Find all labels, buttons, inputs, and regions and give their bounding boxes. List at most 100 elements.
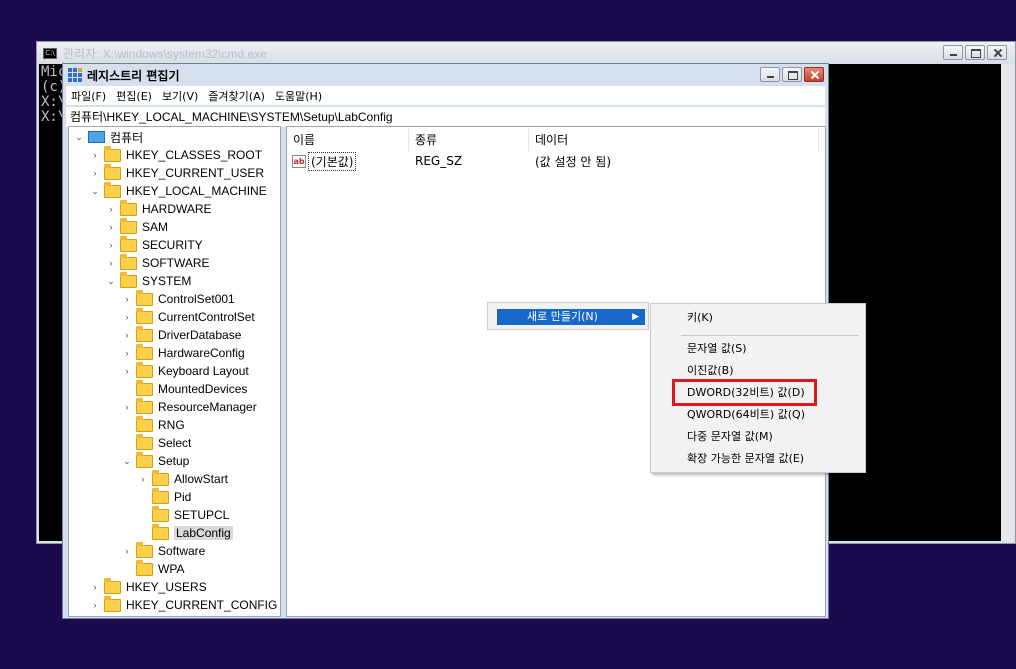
- cmd-titlebar[interactable]: C:\ 관리자: X:\windows\system32\cmd.exe: [37, 42, 1015, 64]
- regedit-minimize-button[interactable]: [760, 67, 780, 82]
- regedit-close-button[interactable]: [804, 67, 824, 82]
- computer-icon: [88, 131, 105, 143]
- tree-item[interactable]: › HKEY_CURRENT_USER: [89, 163, 264, 182]
- chevron-right-icon[interactable]: ›: [105, 239, 117, 251]
- tree-item[interactable]: › CurrentControlSet: [121, 307, 255, 326]
- address-bar[interactable]: 컴퓨터\HKEY_LOCAL_MACHINE\SYSTEM\Setup\LabC…: [66, 107, 825, 127]
- tree-item-label: SETUPCL: [174, 508, 230, 522]
- chevron-right-icon[interactable]: ›: [89, 167, 101, 179]
- menu-file[interactable]: 파일(F): [66, 88, 111, 104]
- tree-item[interactable]: ⌄ SYSTEM: [105, 271, 191, 290]
- folder-icon: [136, 307, 153, 324]
- tree-item[interactable]: › HARDWARE: [105, 199, 212, 218]
- chevron-right-icon[interactable]: ›: [137, 473, 149, 485]
- tree-item-label: 컴퓨터: [110, 130, 144, 145]
- key-tree[interactable]: ⌄ 컴퓨터 › HKEY_CLASSES_ROOT › HKEY_CURRENT_USER…: [68, 126, 281, 617]
- regedit-titlebar[interactable]: 레지스트리 편집기: [63, 64, 828, 86]
- tree-item[interactable]: › SAM: [105, 217, 169, 236]
- menu-view[interactable]: 보기(V): [157, 88, 203, 104]
- tree-item-label: MountedDevices: [158, 382, 248, 396]
- folder-icon: [136, 325, 153, 342]
- tree-item[interactable]: LabConfig: [137, 523, 233, 542]
- tree-item[interactable]: › HardwareConfig: [121, 343, 245, 362]
- column-data[interactable]: 데이터: [529, 129, 819, 151]
- cmd-minimize-button[interactable]: [943, 45, 963, 60]
- tree-item[interactable]: ⌄ Setup: [121, 451, 189, 470]
- tree-item-label: Keyboard Layout: [158, 364, 249, 378]
- tree-item[interactable]: › HKEY_CLASSES_ROOT: [89, 145, 262, 164]
- cmd-maximize-button[interactable]: [965, 45, 985, 60]
- tree-item[interactable]: › SOFTWARE: [105, 253, 210, 272]
- menu-help[interactable]: 도움말(H): [270, 88, 327, 104]
- tree-item[interactable]: Select: [121, 433, 192, 452]
- tree-item[interactable]: › AllowStart: [137, 469, 229, 488]
- column-type[interactable]: 종류: [409, 129, 529, 151]
- tree-item[interactable]: SETUPCL: [137, 505, 230, 524]
- folder-icon: [104, 181, 121, 198]
- tree-item[interactable]: ⌄ 컴퓨터: [73, 128, 143, 146]
- chevron-right-icon[interactable]: ›: [121, 545, 133, 557]
- tree-item[interactable]: › Keyboard Layout: [121, 361, 249, 380]
- cmd-scrollbar[interactable]: [1001, 64, 1013, 541]
- tree-item[interactable]: ⌄ HKEY_LOCAL_MACHINE: [89, 181, 267, 200]
- value-data: (값 설정 안 됨): [535, 151, 611, 171]
- chevron-right-icon[interactable]: ›: [121, 365, 133, 377]
- folder-icon: [120, 253, 137, 270]
- chevron-right-icon[interactable]: ›: [89, 149, 101, 161]
- menu-edit[interactable]: 편집(E): [111, 88, 157, 104]
- tree-item[interactable]: › HKEY_CURRENT_CONFIG: [89, 595, 277, 614]
- chevron-down-icon[interactable]: ⌄: [89, 185, 101, 197]
- tree-item[interactable]: › HKEY_USERS: [89, 577, 207, 596]
- chevron-right-icon[interactable]: ›: [121, 329, 133, 341]
- tree-item-label: AllowStart: [174, 472, 229, 486]
- folder-icon: [152, 487, 169, 504]
- chevron-right-icon[interactable]: ›: [121, 401, 133, 413]
- chevron-right-icon[interactable]: ›: [121, 347, 133, 359]
- tree-item[interactable]: › SECURITY: [105, 235, 203, 254]
- tree-item-label: SAM: [142, 220, 169, 234]
- chevron-right-icon[interactable]: ›: [121, 311, 133, 323]
- value-name: (기본값): [308, 151, 357, 171]
- chevron-right-icon[interactable]: ›: [89, 581, 101, 593]
- value-data-text: (값 설정 안 됨): [535, 154, 612, 169]
- chevron-right-icon: ▶: [632, 312, 639, 322]
- chevron-right-icon[interactable]: ›: [105, 257, 117, 269]
- value-type: REG_SZ: [415, 151, 462, 171]
- tree-item[interactable]: › ControlSet001: [121, 289, 235, 308]
- menu-favorites[interactable]: 즐겨찾기(A): [203, 88, 270, 104]
- chevron-right-icon[interactable]: ›: [105, 203, 117, 215]
- chevron-down-icon[interactable]: ⌄: [73, 131, 85, 143]
- tree-item[interactable]: Pid: [137, 487, 191, 506]
- folder-icon: [136, 451, 153, 468]
- menu-item-multi-string-value[interactable]: 다중 문자열 값(M): [687, 428, 773, 446]
- menu-item-new[interactable]: 새로 만들기(N) ▶: [497, 309, 645, 325]
- tree-item[interactable]: RNG: [121, 415, 185, 434]
- tree-item-label: WPA: [158, 562, 185, 576]
- folder-icon: [136, 433, 153, 450]
- tree-item[interactable]: MountedDevices: [121, 379, 248, 398]
- regedit-icon: [68, 68, 82, 82]
- chevron-down-icon[interactable]: ⌄: [121, 455, 133, 467]
- menu-item-key[interactable]: 키(K): [687, 309, 713, 327]
- tree-item[interactable]: › DriverDatabase: [121, 325, 242, 344]
- chevron-down-icon[interactable]: ⌄: [105, 275, 117, 287]
- cmd-title: 관리자: X:\windows\system32\cmd.exe: [63, 46, 267, 61]
- menu-item-expandable-string-value[interactable]: 확장 가능한 문자열 값(E): [687, 450, 804, 468]
- tree-item[interactable]: › ResourceManager: [121, 397, 257, 416]
- chevron-right-icon[interactable]: ›: [89, 599, 101, 611]
- cmd-close-button[interactable]: [987, 45, 1007, 60]
- chevron-right-icon[interactable]: ›: [121, 293, 133, 305]
- menu-item-binary-value[interactable]: 이진값(B): [687, 362, 734, 380]
- tree-item-label: LabConfig: [174, 526, 233, 540]
- regedit-maximize-button[interactable]: [782, 67, 802, 82]
- tree-item-label: DriverDatabase: [158, 328, 242, 342]
- chevron-right-icon[interactable]: ›: [105, 221, 117, 233]
- value-row[interactable]: ab (기본값): [292, 151, 357, 171]
- tree-item[interactable]: WPA: [121, 559, 185, 578]
- menu-item-string-value[interactable]: 문자열 값(S): [687, 340, 747, 358]
- folder-icon: [152, 469, 169, 486]
- column-name[interactable]: 이름: [287, 129, 409, 151]
- tree-item[interactable]: › Software: [121, 541, 205, 560]
- tree-item-label: Select: [158, 436, 192, 450]
- menu-item-qword-value[interactable]: QWORD(64비트) 값(Q): [687, 406, 805, 424]
